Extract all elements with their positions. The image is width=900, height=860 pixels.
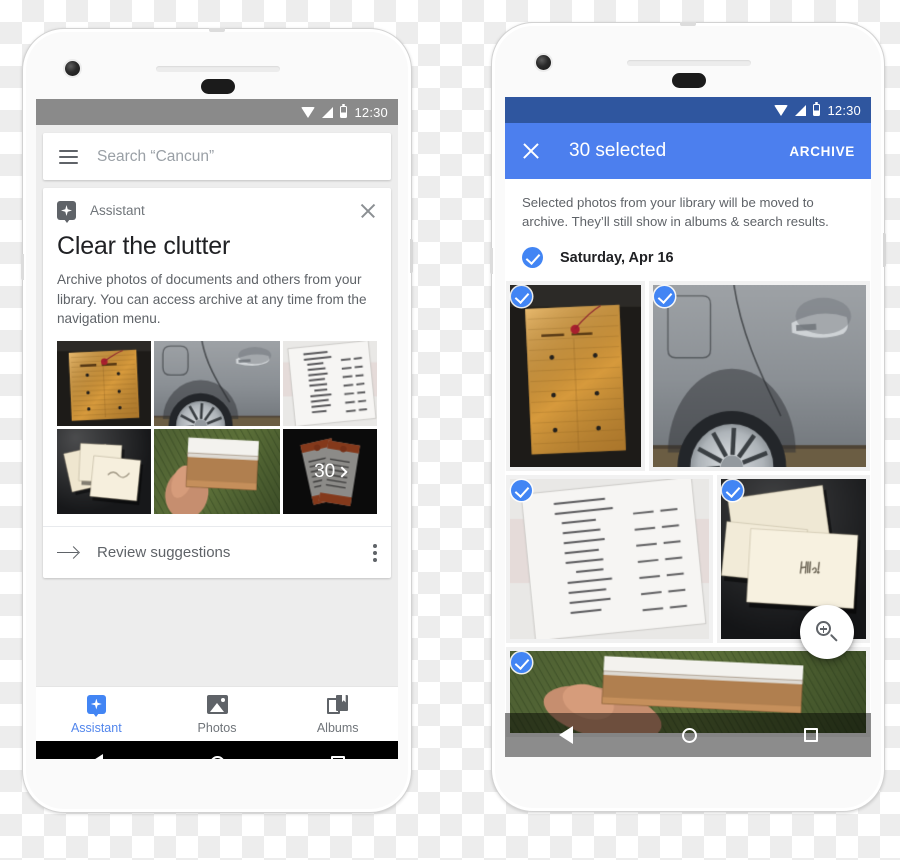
signal-icon	[322, 106, 334, 118]
tab-albums-label: Albums	[316, 720, 359, 735]
assistant-screen-body: Search “Cancun” Assistant Clear the clut…	[36, 125, 398, 686]
archive-explanation-text: Selected photos from your library will b…	[522, 195, 829, 229]
home-icon[interactable]	[681, 727, 697, 743]
thumbnail-receipt[interactable]	[283, 341, 377, 427]
tab-photos-label: Photos	[197, 720, 237, 735]
selection-photo-grid	[505, 281, 871, 738]
thumbnail-tickets-more[interactable]: 30	[283, 429, 377, 515]
photo-cell-manila-envelope[interactable]	[506, 281, 646, 472]
archive-button[interactable]: ARCHIVE	[789, 144, 855, 159]
tab-assistant[interactable]: Assistant	[36, 687, 157, 741]
phone-screen-right: 12:30 30 selected ARCHIVE Selected photo…	[505, 97, 871, 757]
assistant-source-label: Assistant	[90, 203, 145, 218]
assistant-card-header: Assistant	[43, 188, 391, 224]
earpiece-speaker	[156, 66, 280, 72]
page-title: Clear the clutter	[57, 232, 231, 260]
recents-icon[interactable]	[331, 756, 346, 759]
assistant-card: Assistant Clear the clutter Archive phot…	[43, 188, 391, 579]
status-bar-right: 12:30	[505, 97, 871, 123]
zoom-in-magnifier-icon	[816, 621, 838, 643]
status-bar-clock: 12:30	[827, 102, 861, 118]
phone-top-notch	[209, 28, 225, 32]
more-count-overlay: 30	[283, 429, 377, 515]
phone-screen-left: 12:30 Search “Cancun” Assistant Clear th…	[36, 99, 398, 759]
thumbnail-manila-envelope[interactable]	[57, 341, 151, 427]
photo-cell-car-door[interactable]	[649, 281, 870, 472]
check-circle-icon[interactable]	[522, 247, 543, 269]
date-group-label: Saturday, Apr 16	[560, 249, 674, 266]
front-camera	[536, 55, 551, 70]
search-bar[interactable]: Search “Cancun”	[43, 133, 391, 180]
sensor-pill	[672, 73, 706, 88]
phone-top-notch	[680, 22, 696, 26]
close-icon[interactable]	[359, 202, 377, 220]
chevron-right-icon	[336, 465, 348, 478]
search-input[interactable]: Search “Cancun”	[97, 148, 214, 166]
hamburger-menu-icon[interactable]	[59, 149, 78, 164]
grid-row	[505, 281, 871, 472]
date-group-header[interactable]: Saturday, Apr 16	[505, 243, 871, 281]
assistant-icon	[86, 694, 106, 715]
scene-stage: 12:30 Search “Cancun” Assistant Clear th…	[0, 0, 900, 860]
review-suggestions-row[interactable]: Review suggestions	[43, 526, 391, 578]
signal-icon	[795, 104, 807, 116]
android-nav-bar-left	[36, 741, 398, 759]
thumbnail-cream-envelopes[interactable]	[57, 429, 151, 515]
wifi-icon	[301, 106, 316, 118]
phone-device-right: 12:30 30 selected ARCHIVE Selected photo…	[490, 22, 886, 812]
recents-icon[interactable]	[803, 728, 818, 742]
tab-albums[interactable]: Albums	[277, 687, 398, 741]
thumbnail-car-door[interactable]	[153, 341, 281, 427]
phone-device-left: 12:30 Search “Cancun” Assistant Clear th…	[21, 28, 413, 813]
kebab-menu-icon[interactable]	[373, 543, 377, 562]
close-icon[interactable]	[521, 141, 541, 161]
assistant-card-body: Archive photos of documents and others f…	[57, 272, 367, 327]
status-bar-clock: 12:30	[354, 104, 388, 120]
more-count-label: 30	[314, 460, 336, 482]
thumbnail-hand-box[interactable]	[153, 429, 281, 515]
android-nav-wrap	[505, 713, 871, 757]
back-icon[interactable]	[558, 726, 575, 744]
home-icon[interactable]	[210, 755, 226, 759]
photos-icon	[206, 694, 228, 715]
sensor-pill	[201, 79, 235, 94]
front-camera	[65, 61, 80, 76]
selection-count-title: 30 selected	[569, 140, 667, 161]
review-suggestions-label[interactable]: Review suggestions	[97, 544, 355, 561]
tab-photos[interactable]: Photos	[157, 687, 278, 741]
status-bar-left: 12:30	[36, 99, 398, 125]
battery-icon	[340, 104, 348, 118]
back-icon[interactable]	[88, 754, 105, 759]
wifi-icon	[774, 104, 789, 116]
suggested-photos-grid: 30	[43, 341, 391, 526]
earpiece-speaker	[627, 60, 751, 66]
android-nav-bar-right	[505, 713, 871, 757]
selection-app-bar: 30 selected ARCHIVE	[505, 123, 871, 179]
photo-cell-receipt[interactable]	[506, 475, 714, 644]
tab-assistant-label: Assistant	[70, 720, 122, 735]
assistant-sparkle-icon	[57, 201, 76, 220]
albums-icon	[327, 694, 349, 715]
battery-icon	[813, 102, 821, 116]
bottom-tab-bar: Assistant Photos Albums	[36, 686, 398, 741]
arrow-right-icon	[57, 546, 79, 560]
